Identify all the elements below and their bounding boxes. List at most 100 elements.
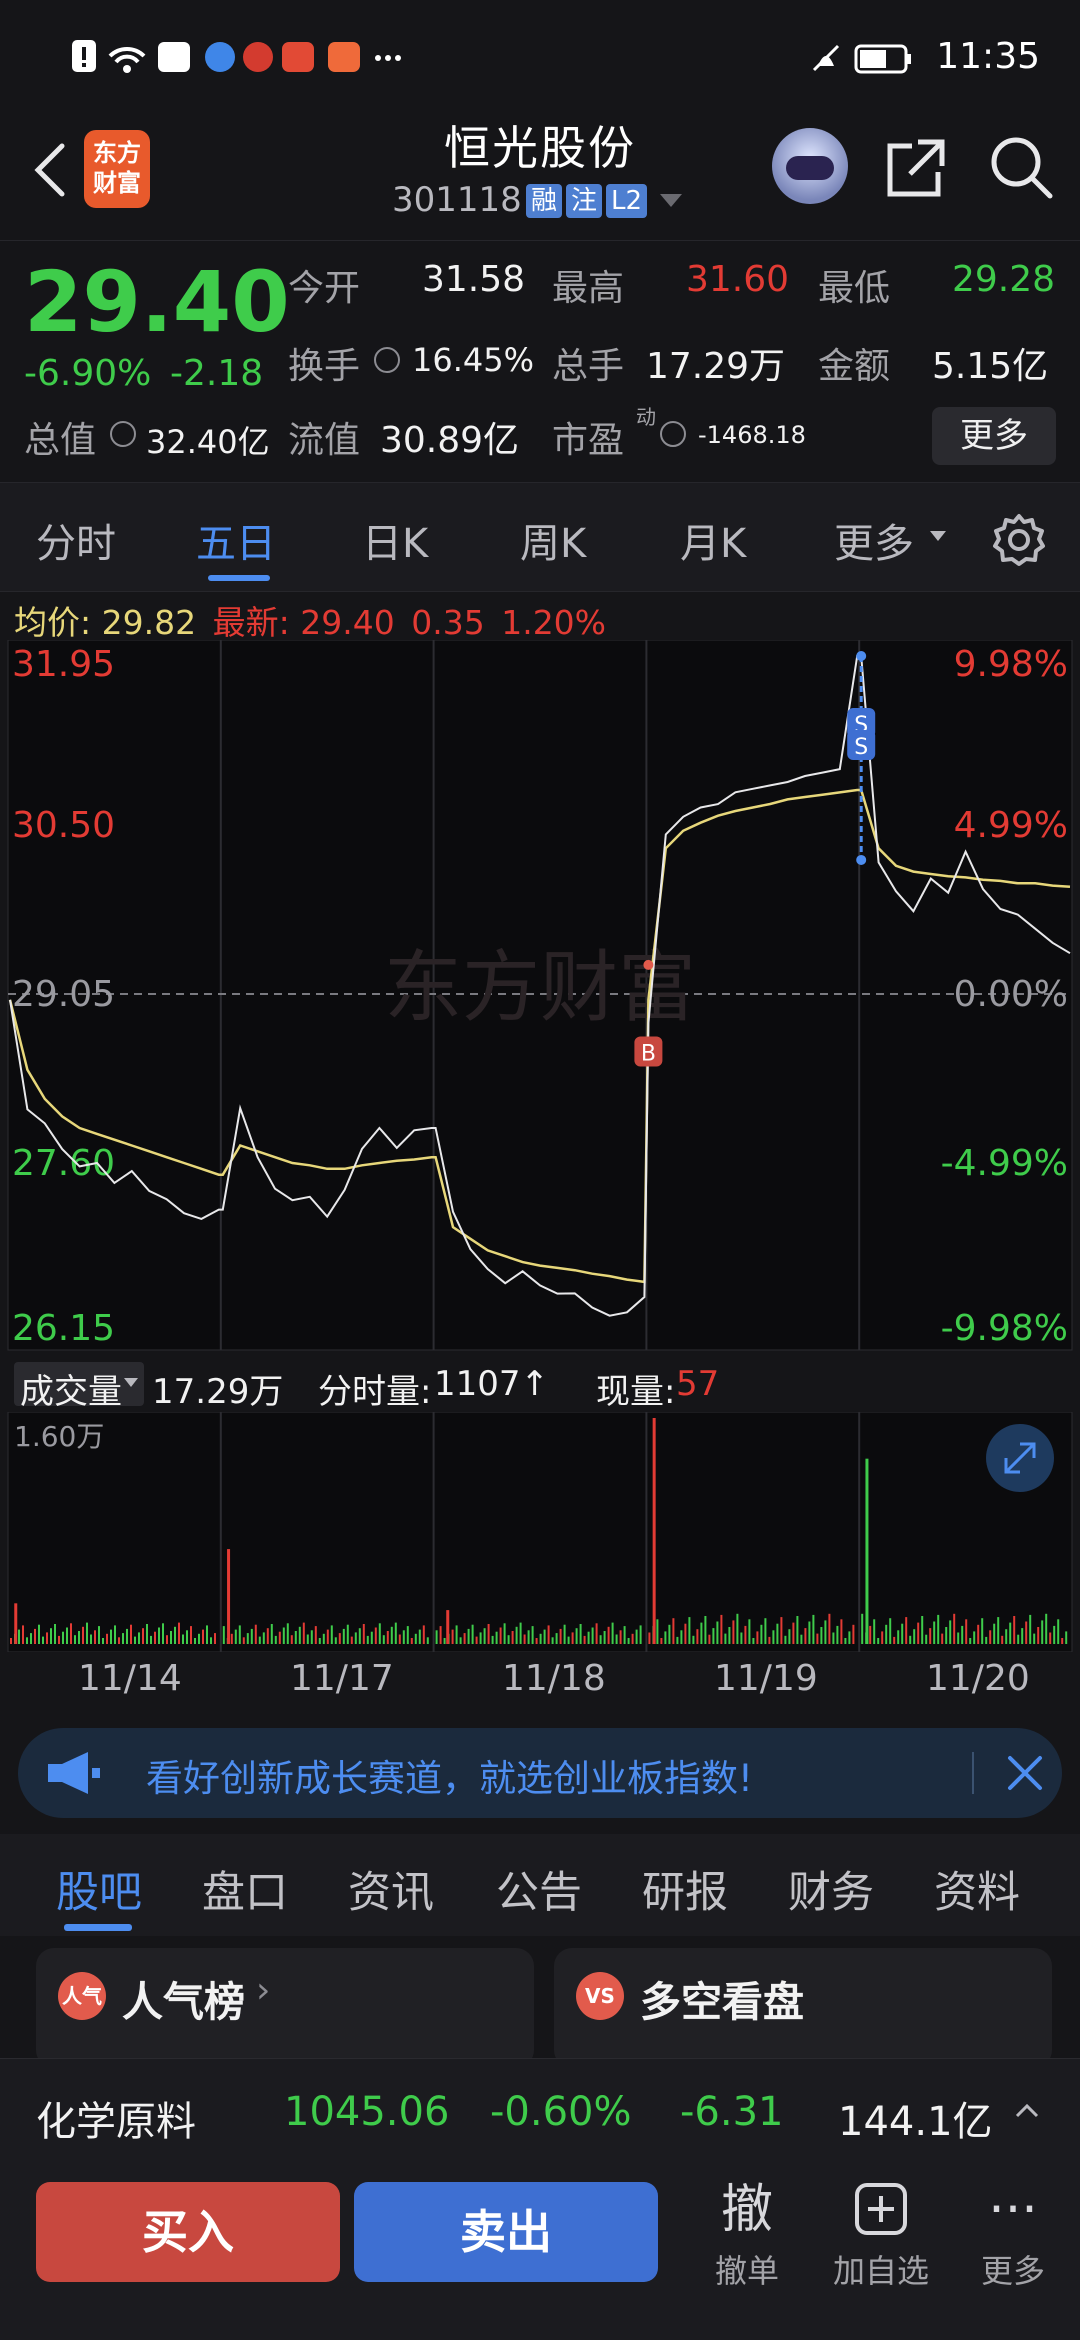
volume-bar xyxy=(354,1632,357,1644)
more-actions-label: 更多 xyxy=(980,2252,1045,2290)
volume-bar xyxy=(158,1627,160,1644)
volume-bar xyxy=(547,1625,550,1644)
volume-bar xyxy=(985,1636,988,1644)
volume-bar xyxy=(861,1613,864,1644)
volume-bar xyxy=(202,1629,204,1644)
volume-bar xyxy=(503,1623,506,1644)
buy-button[interactable]: 买入 xyxy=(36,2182,340,2282)
avg-price-value: 29.82 xyxy=(101,603,197,642)
five-day-price-chart[interactable]: 东方财富31.9530.5029.0527.6026.159.98%4.99%0… xyxy=(0,640,1080,1360)
volume-bar xyxy=(278,1631,281,1644)
volume-bar xyxy=(475,1636,478,1644)
volume-bar xyxy=(479,1632,482,1644)
volume-bar xyxy=(575,1628,578,1644)
volume-bar xyxy=(925,1634,928,1644)
tab-order-book[interactable]: 盘口 xyxy=(202,1858,288,1920)
volume-bar xyxy=(684,1623,687,1644)
volume-bar xyxy=(94,1630,96,1644)
volume-bar xyxy=(422,1625,425,1644)
sector-value: 1045.06 xyxy=(284,2089,450,2135)
volume-bar xyxy=(130,1624,132,1644)
float-cap-label: 流值 xyxy=(288,420,361,461)
tab-monthly-k[interactable]: 月K xyxy=(680,511,746,569)
sector-index-bar[interactable]: 化学原料 1045.06 -0.60% -6.31 144.1亿 xyxy=(0,2058,1080,2162)
level2-tag[interactable]: L2 xyxy=(606,184,648,218)
sell-button[interactable]: 卖出 xyxy=(354,2182,658,2282)
volume-bar xyxy=(736,1613,739,1644)
volume-bar xyxy=(784,1635,787,1644)
volume-spike xyxy=(865,1458,869,1644)
latest-change: 0.35 xyxy=(411,603,485,642)
high-label: 最高 xyxy=(552,268,625,309)
tab-daily-k[interactable]: 日K xyxy=(362,511,428,569)
cancel-order-button[interactable]: 撤 撤单 xyxy=(692,2178,802,2292)
market-cap-info-icon[interactable] xyxy=(110,421,136,447)
banner-divider xyxy=(972,1752,974,1794)
volume-bar xyxy=(294,1631,297,1644)
volume-bar xyxy=(756,1631,759,1644)
volume-bar xyxy=(961,1625,964,1644)
search-icon[interactable] xyxy=(988,134,1054,200)
chevron-up-icon[interactable] xyxy=(1014,2101,1040,2119)
y-tick-left: 29.05 xyxy=(12,974,115,1015)
volume-bar xyxy=(949,1620,952,1644)
pe-info-icon[interactable] xyxy=(660,421,686,447)
tab-five-day[interactable]: 五日 xyxy=(196,511,276,569)
tag-dropdown-icon[interactable] xyxy=(660,194,682,207)
volume-bar xyxy=(828,1613,831,1644)
current-volume-value: 57 xyxy=(676,1364,720,1404)
tab-news[interactable]: 资讯 xyxy=(348,1858,434,1920)
more-actions-button[interactable]: ··· 更多 xyxy=(958,2178,1068,2292)
open-label: 今开 xyxy=(288,268,361,309)
volume-bar xyxy=(242,1637,245,1644)
gear-icon[interactable] xyxy=(992,513,1046,567)
tab-profile[interactable]: 资料 xyxy=(934,1858,1020,1920)
volume-bar xyxy=(491,1635,494,1644)
volume-bar xyxy=(1057,1619,1060,1644)
volume-bar xyxy=(844,1638,847,1644)
bull-bear-card[interactable]: VS 多空看盘 xyxy=(554,1948,1052,2068)
volume-bar xyxy=(965,1619,968,1644)
tab-financials[interactable]: 财务 xyxy=(788,1858,874,1920)
volume-bar xyxy=(250,1628,253,1644)
volume-bar xyxy=(579,1624,582,1644)
volume-bar xyxy=(1061,1638,1064,1644)
tab-announcements[interactable]: 公告 xyxy=(496,1858,582,1920)
date-tick: 11/20 xyxy=(926,1658,1030,1699)
turnover-info-icon[interactable] xyxy=(374,347,400,373)
tab-weekly-k[interactable]: 周K xyxy=(520,511,586,569)
share-icon[interactable] xyxy=(884,136,948,200)
cancel-order-icon: 撤 xyxy=(720,2180,773,2240)
volume-bar xyxy=(668,1624,671,1644)
promo-banner[interactable]: 看好创新成长赛道，就选创业板指数! xyxy=(18,1728,1062,1818)
tab-more[interactable]: 更多 xyxy=(834,511,914,569)
date-tick: 11/14 xyxy=(78,1658,182,1699)
y-tick-right: -4.99% xyxy=(941,1143,1068,1184)
volume-bar xyxy=(885,1624,888,1644)
last-price: 29.40 xyxy=(24,253,290,351)
volume-bar xyxy=(38,1624,40,1644)
volume-spike xyxy=(446,1610,450,1644)
popularity-card[interactable]: 人气 人气榜 › xyxy=(36,1948,534,2068)
volume-bar xyxy=(302,1622,305,1644)
tab-intraday[interactable]: 分时 xyxy=(36,511,116,569)
volume-bar xyxy=(74,1635,76,1644)
popularity-icon: 人气 xyxy=(58,1972,106,2020)
volume-bar xyxy=(760,1624,763,1644)
change-percent: -6.90% xyxy=(24,353,152,394)
banner-text: 看好创新成长赛道，就选创业板指数! xyxy=(146,1757,753,1800)
status-bar: 11:35 xyxy=(0,0,1080,120)
sell-marker-label: S xyxy=(854,735,868,760)
more-quote-button[interactable]: 更多 xyxy=(932,407,1056,465)
volume-chart[interactable]: 1.60万 xyxy=(0,1412,1080,1652)
volume-bar xyxy=(776,1623,779,1644)
volume-bar xyxy=(246,1633,249,1644)
tab-forum[interactable]: 股吧 xyxy=(56,1858,142,1920)
close-icon[interactable] xyxy=(1004,1752,1046,1794)
add-watchlist-button[interactable]: 加自选 xyxy=(826,2178,936,2292)
tab-research[interactable]: 研报 xyxy=(642,1858,728,1920)
volume-bar xyxy=(1005,1629,1008,1644)
volume-bar xyxy=(772,1630,775,1644)
volume-bar xyxy=(98,1626,100,1644)
versus-icon: VS xyxy=(576,1972,624,2020)
